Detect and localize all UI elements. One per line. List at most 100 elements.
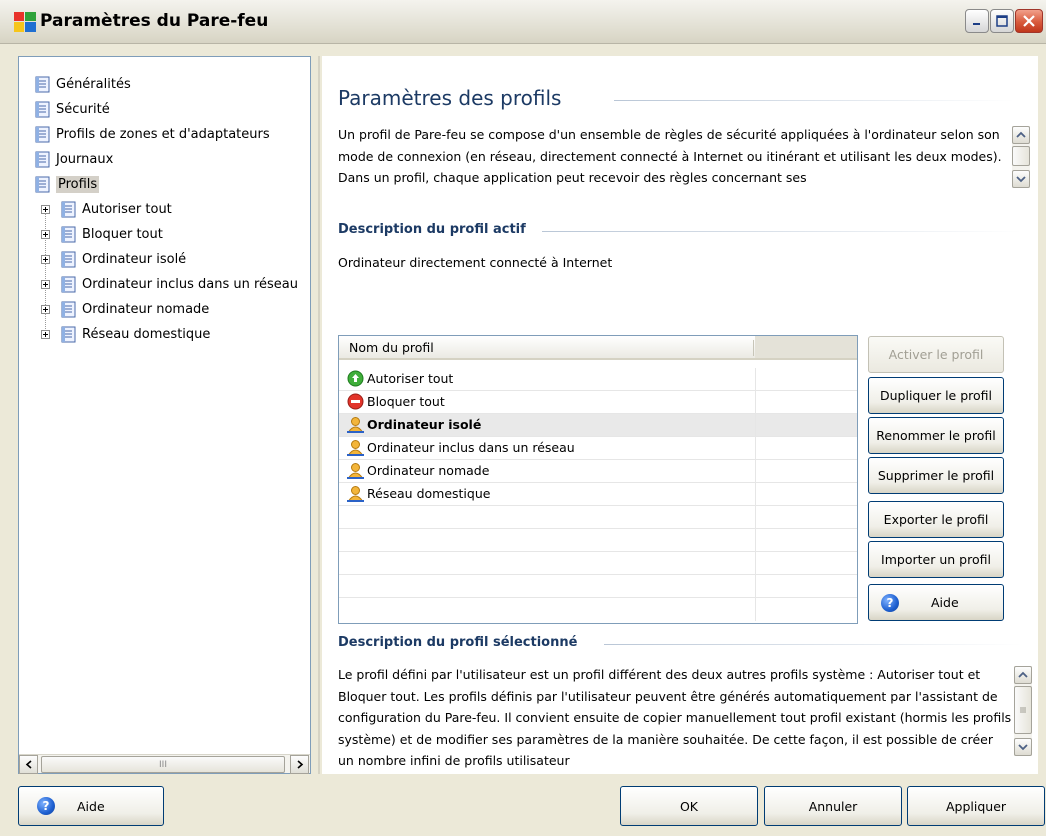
tree-item-label: Profils de zones et d'adaptateurs	[56, 126, 270, 142]
minimize-icon	[973, 23, 980, 25]
document-icon	[61, 301, 76, 318]
tree-item-profils[interactable]: Profils	[35, 173, 100, 195]
empty-row	[339, 552, 857, 575]
list-item[interactable]: Bloquer tout	[339, 391, 857, 414]
list-item-cell: Autoriser tout	[347, 370, 453, 387]
tree-item-ordinateur-nomade[interactable]: Ordinateur nomade	[41, 298, 209, 320]
apply-button[interactable]: Appliquer	[907, 786, 1045, 826]
title-bar[interactable]: Paramètres du Pare-feu	[0, 0, 1046, 44]
scroll-down-button[interactable]	[1014, 738, 1032, 756]
tree-item-ordinateur-isole[interactable]: Ordinateur isolé	[41, 248, 186, 270]
list-item[interactable]: Ordinateur nomade	[339, 460, 857, 483]
profile-label: Ordinateur nomade	[367, 463, 490, 478]
ok-button[interactable]: OK	[620, 786, 758, 826]
column-divider	[755, 575, 756, 598]
main-panel: Paramètres des profils Un profil de Pare…	[322, 56, 1038, 774]
tree-item-bloquer-tout[interactable]: Bloquer tout	[41, 223, 163, 245]
scroll-up-button[interactable]	[1012, 126, 1030, 144]
delete-profile-button[interactable]: Supprimer le profil	[868, 457, 1004, 494]
scroll-left-button[interactable]	[19, 755, 38, 774]
document-icon	[35, 101, 50, 118]
list-item[interactable]: Autoriser tout	[339, 368, 857, 391]
profile-label: Autoriser tout	[367, 371, 454, 386]
panel-splitter[interactable]	[318, 56, 320, 774]
tree-item-ordinateur-reseau[interactable]: Ordinateur inclus dans un réseau	[41, 273, 298, 295]
column-divider	[755, 598, 756, 621]
close-button[interactable]	[1015, 9, 1043, 33]
tree-item-zone-profiles[interactable]: Profils de zones et d'adaptateurs	[35, 123, 270, 145]
tree-horizontal-scrollbar[interactable]: III	[19, 754, 310, 774]
profile-help-button[interactable]: ? Aide	[868, 584, 1004, 621]
expand-icon[interactable]	[41, 204, 50, 214]
column-separator[interactable]	[753, 340, 754, 356]
user-icon	[347, 416, 364, 433]
intro-scrollbar[interactable]	[1012, 126, 1030, 188]
scroll-thumb[interactable]	[1014, 686, 1032, 734]
app-logo-icon	[14, 12, 36, 32]
section-divider	[542, 231, 1022, 232]
empty-row	[339, 506, 857, 529]
block-icon	[347, 393, 364, 410]
chevron-up-icon	[1016, 131, 1026, 138]
column-divider	[755, 552, 756, 575]
document-icon	[61, 201, 76, 218]
profile-label: Ordinateur inclus dans un réseau	[367, 440, 575, 455]
help-label: Aide	[931, 595, 959, 610]
tree-item-reseau-domestique[interactable]: Réseau domestique	[41, 323, 210, 345]
activate-profile-button[interactable]: Activer le profil	[868, 336, 1004, 373]
minimize-button[interactable]	[965, 9, 989, 33]
list-item[interactable]: Réseau domestique	[339, 483, 857, 506]
selected-profile-heading: Description du profil sélectionné	[338, 635, 578, 650]
chevron-down-icon	[1018, 744, 1028, 751]
chevron-up-icon	[1018, 671, 1028, 678]
scroll-thumb[interactable]: III	[41, 756, 285, 773]
description-scrollbar[interactable]	[1014, 666, 1032, 756]
document-icon	[61, 276, 76, 293]
expand-icon[interactable]	[41, 304, 50, 314]
tree-item-label: Sécurité	[56, 101, 110, 117]
column-divider	[755, 529, 756, 552]
column-divider	[755, 506, 756, 529]
tree-item-label: Généralités	[56, 76, 131, 92]
footer-help-button[interactable]: ? Aide	[18, 786, 164, 826]
chevron-down-icon	[1016, 176, 1026, 183]
cancel-button[interactable]: Annuler	[764, 786, 902, 826]
profile-list[interactable]: Nom du profil Autoriser tout Bloquer tou…	[338, 335, 858, 624]
list-item-selected[interactable]: Ordinateur isolé	[339, 414, 857, 437]
scroll-down-button[interactable]	[1012, 170, 1030, 188]
page-title: Paramètres des profils	[338, 86, 562, 110]
empty-row	[339, 529, 857, 552]
scroll-right-button[interactable]	[290, 755, 309, 774]
list-item-cell: Bloquer tout	[347, 393, 445, 410]
tree-item-label: Journaux	[56, 151, 114, 167]
tree-item-generalites[interactable]: Généralités	[35, 73, 131, 95]
intro-text: Un profil de Pare-feu se compose d'un en…	[338, 127, 1002, 185]
expand-icon[interactable]	[41, 279, 50, 289]
scroll-up-button[interactable]	[1014, 666, 1032, 684]
tree-item-securite[interactable]: Sécurité	[35, 98, 110, 120]
expand-icon[interactable]	[41, 229, 50, 239]
maximize-button[interactable]	[990, 9, 1014, 33]
expand-icon[interactable]	[41, 254, 50, 264]
tree-item-label: Autoriser tout	[82, 201, 172, 217]
tree-item-label: Ordinateur inclus dans un réseau	[82, 276, 298, 292]
column-header-name[interactable]: Nom du profil	[349, 340, 434, 355]
title-divider	[614, 100, 1014, 101]
settings-tree[interactable]: Généralités Sécurité Profils de zones et…	[18, 56, 311, 774]
duplicate-profile-button[interactable]: Dupliquer le profil	[868, 377, 1004, 414]
scroll-thumb[interactable]	[1012, 146, 1030, 166]
expand-icon[interactable]	[41, 329, 50, 339]
tree-item-journaux[interactable]: Journaux	[35, 148, 113, 170]
export-profile-button[interactable]: Exporter le profil	[868, 501, 1004, 538]
list-item[interactable]: Ordinateur inclus dans un réseau	[339, 437, 857, 460]
firewall-settings-window: Paramètres du Pare-feu Généralités Sécur…	[0, 0, 1046, 836]
import-profile-button[interactable]: Importer un profil	[868, 541, 1004, 578]
tree-item-autoriser-tout[interactable]: Autoriser tout	[41, 198, 172, 220]
tree-item-label: Ordinateur nomade	[82, 301, 210, 317]
maximize-icon	[996, 15, 1008, 27]
user-icon	[347, 439, 364, 456]
selected-profile-text: Le profil défini par l'utilisateur est u…	[338, 667, 1012, 768]
tree-item-label: Profils	[56, 175, 100, 193]
window-title: Paramètres du Pare-feu	[40, 11, 269, 31]
rename-profile-button[interactable]: Renommer le profil	[868, 417, 1004, 454]
